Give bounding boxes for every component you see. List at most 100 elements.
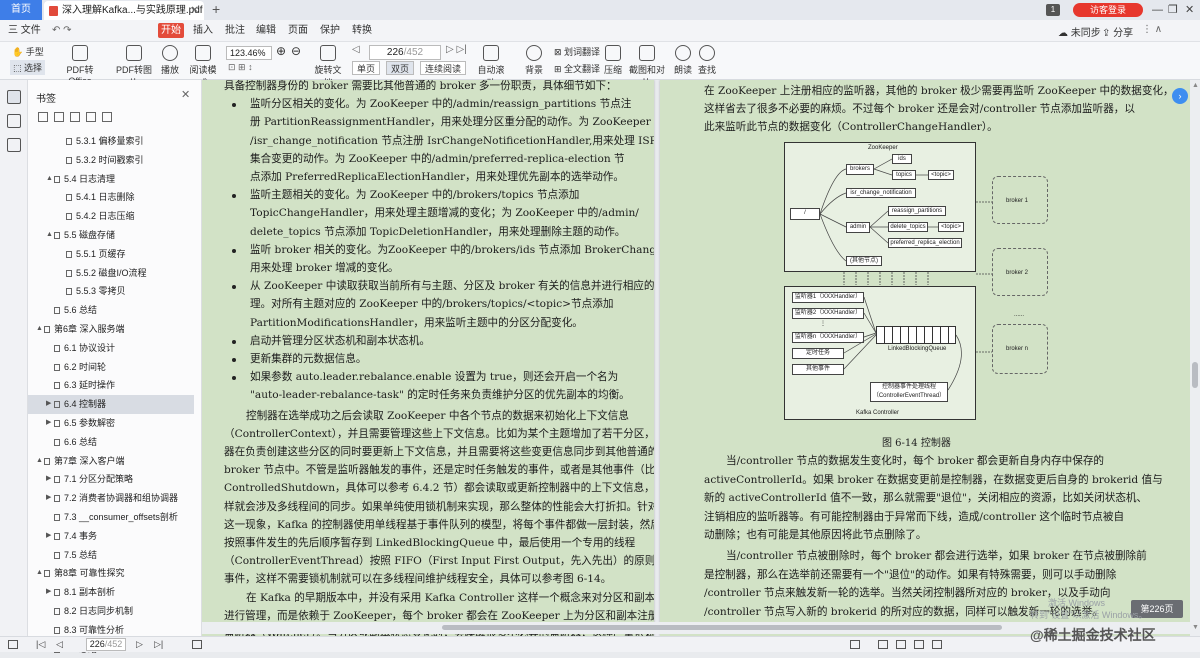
next-page-icon[interactable]: ▷ ▷| (446, 44, 467, 55)
scroll-up-icon[interactable]: ▲ (1192, 82, 1199, 89)
status-page-input[interactable]: 226/452 (86, 638, 126, 651)
menu-convert[interactable]: 转换 (352, 24, 372, 38)
word-translate-button[interactable]: ⊠ 划词翻译 (554, 45, 600, 58)
undo-icon[interactable]: ↶ ↷ (52, 24, 72, 38)
bookmark-item[interactable]: 5.4.1 日志删除 (28, 188, 194, 207)
close-window-icon[interactable]: ✕ (1185, 0, 1194, 20)
vertical-scrollbar[interactable]: ▲ ▼ (1190, 80, 1200, 636)
document-tab[interactable]: 深入理解Kafka...与实践原理.pdf ✕ (44, 1, 204, 20)
start-tab[interactable]: 开始 (158, 23, 184, 38)
next-page-icon-status[interactable]: ▷ (136, 639, 143, 650)
new-tab-button[interactable]: + (212, 0, 220, 19)
minimize-icon[interactable]: — (1152, 0, 1163, 20)
zoom-in-icon[interactable]: ⊕ (276, 44, 286, 58)
menu-insert[interactable]: 插入 (193, 24, 213, 38)
bookmark-item[interactable]: 7.5 总结 (28, 546, 194, 565)
maximize-icon[interactable]: ❐ (1168, 0, 1178, 20)
expand-arrow-icon[interactable]: ▶ (46, 395, 51, 414)
bookmark-panel-icon[interactable] (7, 90, 21, 104)
nav-panel-icon[interactable] (8, 640, 18, 649)
fit-width-icon[interactable] (932, 640, 942, 649)
first-page-icon[interactable]: |◁ (36, 639, 45, 650)
add-page-icon[interactable] (192, 640, 202, 649)
bookmark-item[interactable]: ▶ 7.2 消费者协调器和组协调器 (28, 489, 194, 508)
background-button[interactable]: 背景 (522, 45, 546, 76)
find-button[interactable]: 查找 (696, 45, 718, 76)
bookmark-item[interactable]: ▲ 第6章 深入服务端 (28, 320, 194, 339)
full-translate-button[interactable]: ⊞ 全文翻译 (554, 62, 600, 75)
compress-button[interactable]: 压缩 (602, 45, 624, 76)
prev-page-icon[interactable]: ◁ (352, 44, 360, 55)
bookmark-item[interactable]: ▲ 5.5 磁盘存储 (28, 226, 194, 245)
collapse-arrow-icon[interactable]: ▲ (46, 170, 53, 189)
play-button[interactable]: 播放 (158, 45, 182, 76)
continuous-view-icon[interactable] (914, 640, 924, 649)
bookmark-item[interactable]: 6.6 总结 (28, 433, 194, 452)
close-tab-icon[interactable]: ✕ (191, 1, 199, 20)
menu-protect[interactable]: 保护 (320, 24, 340, 38)
menu-page[interactable]: 页面 (288, 24, 308, 38)
hand-tool[interactable]: ✋ 手型 (12, 45, 44, 58)
collapse-arrow-icon[interactable]: ▲ (46, 226, 53, 245)
prev-page-icon-status[interactable]: ◁ (56, 639, 63, 650)
delete-bookmark-icon[interactable] (86, 112, 96, 122)
home-tab[interactable]: 首页 (0, 0, 42, 20)
collapse-all-icon[interactable] (54, 112, 64, 122)
share-button[interactable]: ⇪ 分享 (1102, 24, 1133, 39)
single-page-button[interactable]: 单页 (352, 61, 381, 75)
cloud-sync-status[interactable]: ☁ 未同步 (1058, 24, 1101, 39)
bookmark-item[interactable]: 6.1 协议设计 (28, 339, 194, 358)
expand-arrow-icon[interactable]: ▶ (46, 470, 51, 489)
continuous-read-button[interactable]: 连续阅读 (420, 61, 467, 75)
expand-arrow-icon[interactable]: ▶ (46, 583, 51, 602)
bookmark-item[interactable]: ▶ 7.4 事务 (28, 527, 194, 546)
expand-arrow-icon[interactable]: ▶ (46, 527, 51, 546)
bookmark-item[interactable]: ▲ 第8章 可靠性探究 (28, 564, 194, 583)
menu-annotate[interactable]: 批注 (225, 24, 245, 38)
bookmark-item[interactable]: ▶ 7.1 分区分配策略 (28, 470, 194, 489)
collapse-arrow-icon[interactable]: ▲ (36, 320, 43, 339)
bookmark-item[interactable]: ▲ 第7章 深入客户端 (28, 452, 194, 471)
bookmark-item[interactable]: 6.3 延时操作 (28, 376, 194, 395)
bookmark-item[interactable]: 5.6 总结 (28, 301, 194, 320)
collapse-arrow-icon[interactable]: ▲ (36, 452, 43, 471)
annotation-icon[interactable] (7, 138, 21, 152)
double-page-button[interactable]: 双页 (386, 61, 415, 75)
file-menu[interactable]: 三 文件 (8, 24, 41, 38)
read-aloud-button[interactable]: 朗读 (672, 45, 694, 76)
page-number-input[interactable]: 226/452 (369, 45, 441, 60)
bookmark-item[interactable]: ▶ 6.4 控制器 (28, 395, 194, 414)
bookmark-item[interactable]: ▶ 8.1 副本剖析 (28, 583, 194, 602)
zoom-select[interactable]: 123.46% (226, 46, 272, 60)
expand-arrow-icon[interactable]: ▶ (46, 414, 51, 433)
bookmark-item[interactable]: ▲ 5.4 日志清理 (28, 170, 194, 189)
zoom-fit-icons[interactable]: ⊡ ⊞ ↕ (228, 62, 253, 73)
bookmark-item[interactable]: ▶ 6.5 参数解密 (28, 414, 194, 433)
expand-all-icon[interactable] (38, 112, 48, 122)
select-tool[interactable]: ⬚ 选择 (10, 60, 46, 75)
bookmark-item[interactable]: 5.5.3 零拷贝 (28, 282, 194, 301)
bookmark-item[interactable]: 5.3.2 时间戳索引 (28, 151, 194, 170)
side-panel-toggle-icon[interactable]: › (1172, 88, 1188, 104)
eye-protect-icon[interactable] (850, 640, 860, 649)
close-panel-icon[interactable]: ✕ (181, 88, 190, 101)
bookmark-item[interactable]: 6.2 时间轮 (28, 358, 194, 377)
scroll-down-icon[interactable]: ▼ (1192, 624, 1199, 631)
vertical-scroll-thumb[interactable] (1192, 362, 1198, 388)
collapse-arrow-icon[interactable]: ▲ (36, 564, 43, 583)
login-button[interactable]: 访客登录 (1073, 3, 1143, 17)
more-icon[interactable]: ⋮ ∧ (1142, 24, 1162, 35)
bookmark-item[interactable]: 5.4.2 日志压缩 (28, 207, 194, 226)
menu-edit[interactable]: 编辑 (256, 24, 276, 38)
bookmark-item[interactable]: 7.3 __consumer_offsets剖析 (28, 508, 194, 527)
bookmark-item[interactable]: 5.5.1 页缓存 (28, 245, 194, 264)
double-view-icon[interactable] (896, 640, 906, 649)
horizontal-scroll-thumb[interactable] (442, 625, 1002, 630)
thumbnail-icon[interactable] (7, 114, 21, 128)
last-page-icon[interactable]: ▷| (154, 639, 163, 650)
bookmark-settings-icon[interactable] (102, 112, 112, 122)
single-view-icon[interactable] (878, 640, 888, 649)
add-bookmark-icon[interactable] (70, 112, 80, 122)
expand-arrow-icon[interactable]: ▶ (46, 489, 51, 508)
bookmark-item[interactable]: 5.3.1 偏移量索引 (28, 132, 194, 151)
